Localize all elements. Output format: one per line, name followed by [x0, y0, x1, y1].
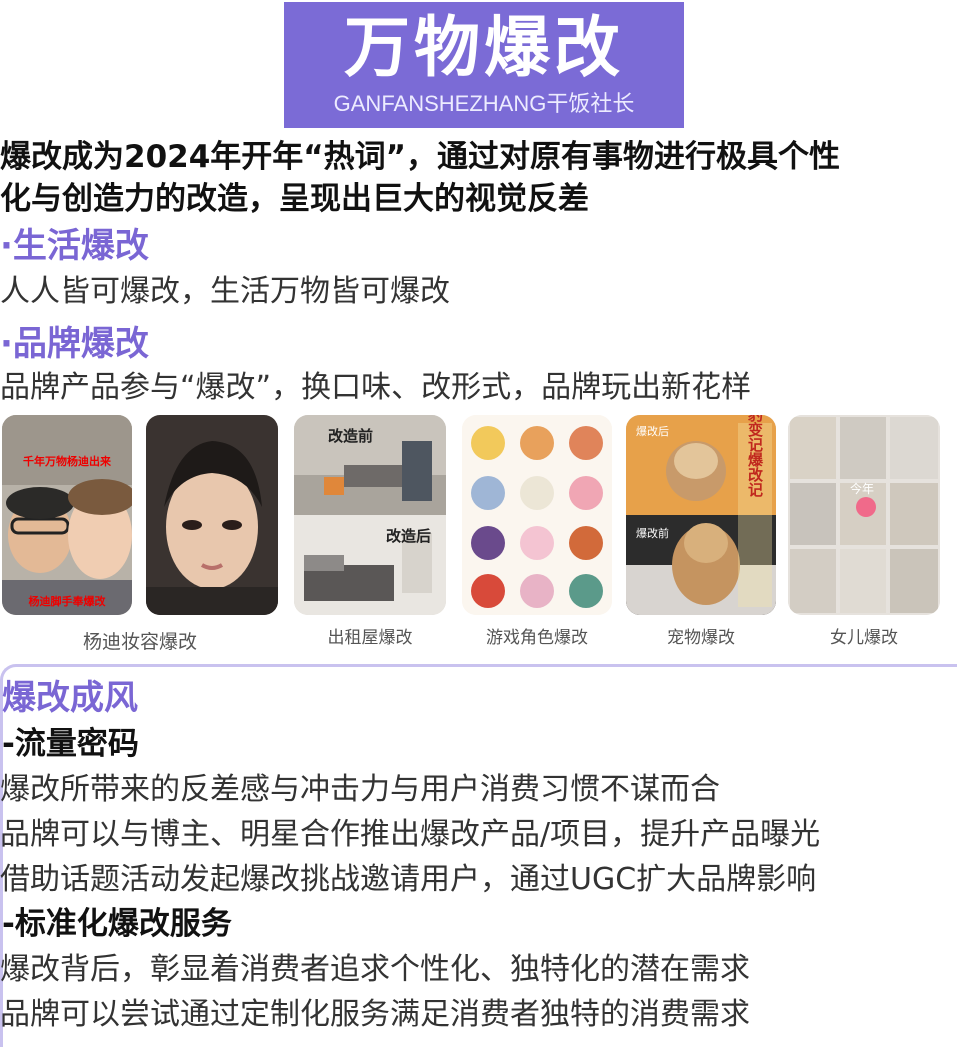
brand-text: 品牌产品参与“爆改”，换口味、改形式，品牌玩出新花样 — [0, 370, 752, 405]
traffic-line-3: 借助话题活动发起爆改挑战邀请用户，通过UGC扩大品牌影响 — [0, 862, 817, 897]
rental-room-photo: 改造前 改造后 — [294, 415, 446, 615]
example-gallery: 千年万物杨迪出来 杨迪脚手奉爆改 改造前 改造后 爆改后 爆改前 臭宝豹变记爆改… — [0, 415, 960, 655]
yangdi-top-caption: 千年万物杨迪出来 — [23, 454, 112, 468]
caption-rental: 出租屋爆改 — [327, 628, 413, 648]
service-line-1: 爆改背后，彰显着消费者追求个性化、独特化的潜在需求 — [0, 952, 750, 987]
service-heading: -标准化爆改服务 — [2, 906, 232, 942]
traffic-line-2: 品牌可以与博主、明星合作推出爆改产品/项目，提升产品曝光 — [0, 817, 821, 852]
room-after-label: 改造后 — [386, 527, 431, 545]
brand-heading: ·品牌爆改 — [0, 324, 149, 364]
caption-pet: 宠物爆改 — [667, 628, 735, 648]
yangdi-photo-before: 千年万物杨迪出来 杨迪脚手奉爆改 — [2, 415, 132, 615]
room-before-label: 改造前 — [328, 427, 373, 445]
daughter-tag: 今年 — [850, 481, 874, 496]
trend-heading: 爆改成风 — [2, 678, 138, 718]
game-character-photo — [462, 415, 612, 615]
title-banner: 万物爆改 GANFANSHEZHANG干饭社长 — [284, 2, 684, 128]
intro-paragraph: 爆改成为2024年开年“热词”，通过对原有事物进行极具个性 化与创造力的改造，呈… — [0, 136, 952, 220]
caption-game: 游戏角色爆改 — [486, 628, 588, 648]
intro-line-2: 化与创造力的改造，呈现出巨大的视觉反差 — [0, 181, 589, 217]
banner-title: 万物爆改 — [344, 9, 624, 86]
traffic-heading: -流量密码 — [2, 726, 139, 762]
pet-vertical-title: 臭宝豹变记爆改记 — [746, 415, 764, 498]
traffic-line-1: 爆改所带来的反差感与冲击力与用户消费习惯不谋而合 — [0, 772, 720, 807]
service-line-2: 品牌可以尝试通过定制化服务满足消费者独特的消费需求 — [0, 997, 750, 1032]
daughter-photo: 今年 — [788, 415, 940, 615]
caption-daughter: 女儿爆改 — [830, 628, 898, 648]
pet-top-label: 爆改后 — [636, 424, 669, 438]
pet-photo: 爆改后 爆改前 臭宝豹变记爆改记 — [626, 415, 776, 615]
caption-yangdi: 杨迪妆容爆改 — [82, 631, 197, 653]
yangdi-bottom-caption: 杨迪脚手奉爆改 — [29, 594, 107, 608]
intro-line-1: 爆改成为2024年开年“热词”，通过对原有事物进行极具个性 — [0, 139, 841, 175]
life-text: 人人皆可爆改，生活万物皆可爆改 — [0, 274, 450, 309]
banner-subtitle: GANFANSHEZHANG干饭社长 — [333, 91, 635, 116]
pet-bottom-label: 爆改前 — [636, 526, 669, 540]
yangdi-photo-after — [146, 415, 278, 615]
life-heading: ·生活爆改 — [0, 226, 149, 266]
